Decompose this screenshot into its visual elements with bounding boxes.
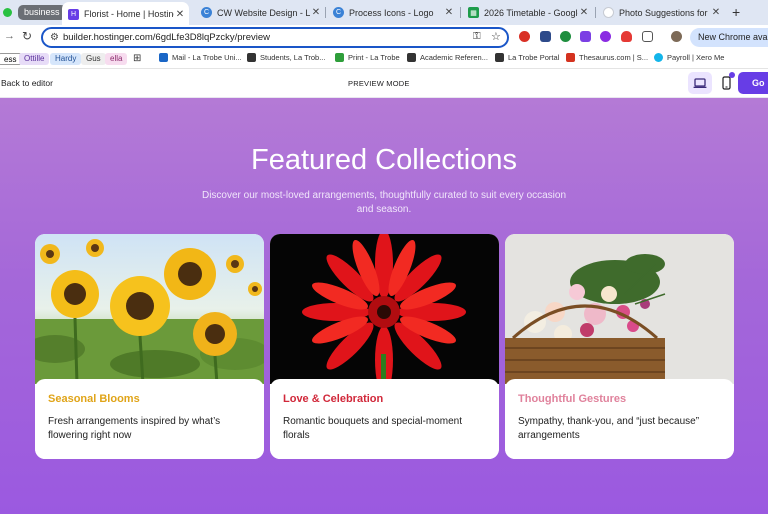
tab-florist-home[interactable]: H Florist - Home | Hostinger W ✕ xyxy=(62,2,189,25)
flower-basket-image xyxy=(505,234,734,384)
bookmark-group-chip[interactable]: Gus xyxy=(81,53,106,65)
bookmark-group-chip[interactable]: Ottille xyxy=(19,53,50,65)
print-icon xyxy=(335,53,344,62)
password-key-icon[interactable]: ⚿ xyxy=(473,31,481,42)
card-title: Thoughtful Gestures xyxy=(518,393,627,405)
tab-2026-timetable[interactable]: ▦ 2026 Timetable - Google She ✕ xyxy=(462,3,593,22)
sunflowers-image xyxy=(35,234,264,384)
section-subtitle: Discover our most-loved arrangements, th… xyxy=(201,190,567,215)
xero-icon xyxy=(654,53,663,62)
tab-close-icon[interactable]: ✕ xyxy=(578,7,590,18)
latrobe-icon xyxy=(495,53,504,62)
tab-close-icon[interactable]: ✕ xyxy=(710,7,722,18)
extension-purple-icon[interactable] xyxy=(580,31,591,42)
extension-ghost-icon[interactable] xyxy=(621,31,632,42)
forward-arrow-icon[interactable]: → xyxy=(4,30,15,42)
collection-card-love[interactable]: Love & Celebration Romantic bouquets and… xyxy=(270,234,499,459)
hostinger-icon: H xyxy=(68,8,79,20)
card-description: Romantic bouquets and special-moment flo… xyxy=(283,416,462,441)
tab-title: CW Website Design - LOGO xyxy=(217,7,310,18)
tab-separator xyxy=(595,7,596,18)
card-body: Thoughtful Gestures Sympathy, thank-you,… xyxy=(505,379,734,459)
red-gerbera-image xyxy=(270,234,499,384)
featured-collections-section: Featured Collections Discover our most-l… xyxy=(0,98,768,514)
tab-separator xyxy=(460,7,461,18)
extension-doc-icon[interactable] xyxy=(540,31,551,42)
google-sheets-icon: ▦ xyxy=(468,7,479,18)
reload-icon[interactable]: ↻ xyxy=(22,29,32,43)
card-title: Love & Celebration xyxy=(283,393,384,405)
new-chrome-available-button[interactable]: New Chrome available xyxy=(690,28,768,47)
collection-card-seasonal[interactable]: Seasonal Blooms Fresh arrangements inspi… xyxy=(35,234,264,459)
card-body: Love & Celebration Romantic bouquets and… xyxy=(270,379,499,459)
tab-title: Florist - Home | Hostinger W xyxy=(84,9,174,19)
editor-preview-bar: Back to editor PREVIEW MODE Go live xyxy=(0,69,768,110)
tab-photo-suggestions[interactable]: Photo Suggestions for Webs ✕ xyxy=(597,3,725,22)
bookmark-students-latrobe[interactable]: Students, La Trob... xyxy=(247,53,325,62)
tab-close-icon[interactable]: ✕ xyxy=(310,7,322,18)
tab-cw-website-design[interactable]: C CW Website Design - LOGO ✕ xyxy=(195,3,325,22)
extension-colorzilla-icon[interactable] xyxy=(600,31,611,42)
card-description: Sympathy, thank-you, and “just because” … xyxy=(518,416,700,441)
address-bar[interactable]: ⚙ builder.hostinger.com/6gdLfe3D8lqPzcky… xyxy=(41,27,509,48)
address-toolbar: → ↻ ⚙ builder.hostinger.com/6gdLfe3D8lqP… xyxy=(0,25,768,49)
card-title: Seasonal Blooms xyxy=(48,393,140,405)
notification-dot xyxy=(729,72,735,78)
tab-close-icon[interactable]: ✕ xyxy=(443,7,455,18)
bookmark-payroll-xero[interactable]: Payroll | Xero Me xyxy=(654,53,724,62)
go-live-button[interactable]: Go live xyxy=(738,72,768,110)
tab-group-chip[interactable]: business xyxy=(18,5,66,20)
desktop-view-button[interactable] xyxy=(688,72,712,94)
back-to-editor-link[interactable]: Back to editor xyxy=(1,78,53,88)
apps-grid-icon[interactable]: ⊞ xyxy=(133,53,141,64)
bookmark-academic-referencing[interactable]: Academic Referen... xyxy=(407,53,488,62)
tab-process-icons[interactable]: C Process Icons - Logo ✕ xyxy=(327,3,458,22)
latrobe-icon xyxy=(407,53,416,62)
url-text[interactable]: builder.hostinger.com/6gdLfe3D8lqPzcky/p… xyxy=(63,32,270,43)
outlook-icon xyxy=(159,53,168,62)
bookmark-thesaurus[interactable]: Thesaurus.com | S... xyxy=(566,53,648,62)
bookmarks-bar: ess Ottille Hardy Gus ella ⊞ Mail - La T… xyxy=(0,49,768,69)
tab-separator xyxy=(325,7,326,18)
latrobe-icon xyxy=(247,53,256,62)
tab-title: Photo Suggestions for Webs xyxy=(619,7,710,18)
extensions-puzzle-icon[interactable] xyxy=(642,31,653,42)
canva-icon: C xyxy=(333,7,344,18)
card-body: Seasonal Blooms Fresh arrangements inspi… xyxy=(35,379,264,459)
bookmark-print-latrobe[interactable]: Print - La Trobe xyxy=(335,53,400,62)
bookmark-star-icon[interactable]: ☆ xyxy=(491,30,501,43)
bookmark-mail-latrobe[interactable]: Mail - La Trobe Uni... xyxy=(159,53,242,62)
collection-card-thoughtful[interactable]: Thoughtful Gestures Sympathy, thank-you,… xyxy=(505,234,734,459)
laptop-icon xyxy=(693,77,707,88)
canva-icon: C xyxy=(201,7,212,18)
section-title: Featured Collections xyxy=(251,144,517,176)
tab-title: Process Icons - Logo xyxy=(349,7,434,18)
globe-icon xyxy=(603,7,614,18)
card-description: Fresh arrangements inspired by what’s fl… xyxy=(48,416,221,441)
thesaurus-icon xyxy=(566,53,575,62)
bookmark-latrobe-portal[interactable]: La Trobe Portal xyxy=(495,53,559,62)
site-info-icon[interactable]: ⚙ xyxy=(50,32,59,43)
bookmark-group-chip[interactable]: Hardy xyxy=(50,53,82,65)
browser-tab-strip: business H Florist - Home | Hostinger W … xyxy=(0,0,768,25)
tab-title: 2026 Timetable - Google She xyxy=(484,7,578,18)
preview-mode-label: PREVIEW MODE xyxy=(348,79,410,88)
window-maximize-dot[interactable] xyxy=(3,8,12,17)
profile-avatar[interactable] xyxy=(671,31,682,42)
new-tab-button[interactable]: + xyxy=(732,4,740,20)
extension-grammarly-icon[interactable] xyxy=(560,31,571,42)
tab-close-icon[interactable]: ✕ xyxy=(174,9,186,20)
bookmark-group-chip[interactable]: ella xyxy=(105,53,128,65)
mobile-phone-icon xyxy=(721,76,731,90)
extension-abp-icon[interactable] xyxy=(519,31,530,42)
